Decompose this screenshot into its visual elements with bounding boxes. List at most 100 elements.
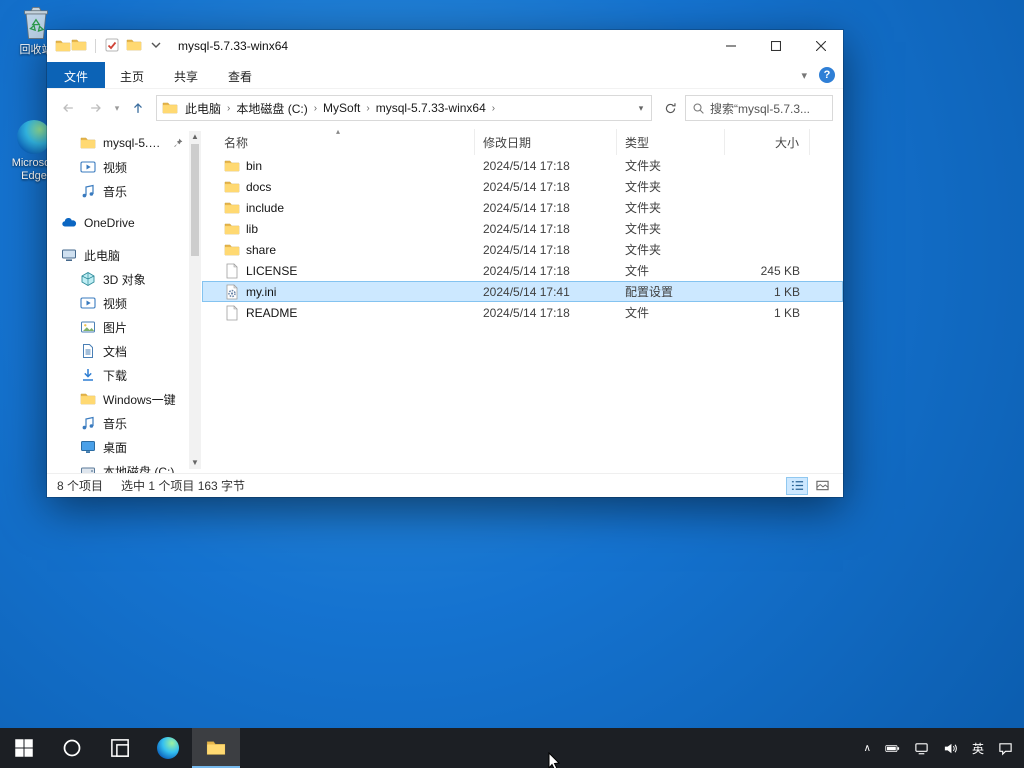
- close-icon: [816, 41, 826, 51]
- recent-locations-icon[interactable]: ▾: [111, 103, 123, 114]
- column-header-name[interactable]: 名称▴: [202, 129, 475, 155]
- sidebar-item-音乐[interactable]: 音乐: [47, 411, 202, 435]
- ribbon-tab-查看[interactable]: 查看: [213, 62, 267, 88]
- sidebar-item-此电脑[interactable]: 此电脑: [47, 243, 202, 267]
- file-row-README[interactable]: README2024/5/14 17:18文件1 KB: [202, 302, 843, 323]
- address-folder-icon: [162, 100, 178, 116]
- sidebar-item-图片[interactable]: 图片: [47, 315, 202, 339]
- address-dropdown-icon[interactable]: ▾: [631, 103, 651, 114]
- sidebar-item-文档[interactable]: 文档: [47, 339, 202, 363]
- file-row-share[interactable]: share2024/5/14 17:18文件夹: [202, 239, 843, 260]
- qat-button-1[interactable]: [104, 37, 120, 56]
- sidebar-item-label: 此电脑: [84, 247, 120, 264]
- sidebar-item-3D 对象[interactable]: 3D 对象: [47, 267, 202, 291]
- notification-button[interactable]: [991, 728, 1020, 768]
- sidebar-item-label: 视频: [103, 159, 127, 176]
- music-icon: [80, 415, 96, 431]
- minimize-button[interactable]: [708, 30, 753, 62]
- details-view-button[interactable]: [786, 477, 808, 495]
- column-header-type[interactable]: 类型: [617, 129, 725, 155]
- file-row-my.ini[interactable]: my.ini2024/5/14 17:41配置设置1 KB: [202, 281, 843, 302]
- taskbar-explorer-button[interactable]: [192, 728, 240, 768]
- column-header-date[interactable]: 修改日期: [475, 129, 617, 155]
- file-row-include[interactable]: include2024/5/14 17:18文件夹: [202, 197, 843, 218]
- breadcrumb-item[interactable]: 此电脑: [180, 100, 226, 117]
- file-row-LICENSE[interactable]: LICENSE2024/5/14 17:18文件245 KB: [202, 260, 843, 281]
- refresh-button[interactable]: [657, 95, 683, 121]
- sidebar-item-本地磁盘 (C:)[interactable]: 本地磁盘 (C:): [47, 459, 202, 473]
- sidebar-list: mysql-5.7.33视频音乐OneDrive此电脑3D 对象视频图片文档下载…: [47, 131, 202, 473]
- file-name: lib: [246, 222, 258, 236]
- search-box[interactable]: 搜索“mysql-5.7.3...: [685, 95, 833, 121]
- sidebar-item-mysql-5.7.33[interactable]: mysql-5.7.33: [47, 131, 202, 155]
- scroll-down-icon[interactable]: ▼: [189, 457, 201, 469]
- file-size: 245 KB: [725, 264, 810, 278]
- ime-language-button[interactable]: 英: [965, 728, 991, 768]
- scroll-up-icon[interactable]: ▲: [189, 131, 201, 143]
- qat-button-0[interactable]: [71, 37, 87, 56]
- scrollbar-thumb[interactable]: [191, 144, 199, 256]
- navigation-bar: ▾ 此电脑›本地磁盘 (C:)›MySoft›mysql-5.7.33-winx…: [47, 89, 843, 127]
- taskbar-search-button[interactable]: [48, 728, 96, 768]
- qat-button-2[interactable]: [126, 37, 142, 56]
- forward-button[interactable]: [83, 95, 109, 121]
- ribbon-tab-共享[interactable]: 共享: [159, 62, 213, 88]
- taskbar-task-view-button[interactable]: [96, 728, 144, 768]
- file-row-bin[interactable]: bin2024/5/14 17:18文件夹: [202, 155, 843, 176]
- file-row-lib[interactable]: lib2024/5/14 17:18文件夹: [202, 218, 843, 239]
- window-title: mysql-5.7.33-winx64: [178, 39, 288, 53]
- sidebar-item-label: 音乐: [103, 415, 127, 432]
- sidebar-item-OneDrive[interactable]: OneDrive: [47, 211, 202, 235]
- cube-icon: [80, 271, 96, 287]
- network-button[interactable]: [907, 728, 936, 768]
- folder-icon: [80, 391, 96, 407]
- address-bar[interactable]: 此电脑›本地磁盘 (C:)›MySoft›mysql-5.7.33-winx64…: [156, 95, 652, 121]
- help-button[interactable]: ?: [819, 67, 835, 83]
- battery-button[interactable]: [878, 728, 907, 768]
- sidebar-item-音乐[interactable]: 音乐: [47, 179, 202, 203]
- volume-button[interactable]: [936, 728, 965, 768]
- file-row-docs[interactable]: docs2024/5/14 17:18文件夹: [202, 176, 843, 197]
- sidebar-item-label: 文档: [103, 343, 127, 360]
- maximize-button[interactable]: [753, 30, 798, 62]
- file-name: README: [246, 306, 297, 320]
- hidden-icons-button[interactable]: ∧: [857, 728, 878, 768]
- expand-ribbon-icon[interactable]: ▾: [801, 69, 807, 82]
- taskbar-items: [0, 728, 240, 768]
- breadcrumb-item[interactable]: MySoft: [318, 101, 365, 115]
- window-content: mysql-5.7.33视频音乐OneDrive此电脑3D 对象视频图片文档下载…: [47, 127, 843, 473]
- column-header-size[interactable]: 大小: [725, 129, 810, 155]
- file-type: 文件夹: [617, 199, 725, 216]
- sidebar-item-下载[interactable]: 下载: [47, 363, 202, 387]
- taskbar: ∧ 英: [0, 728, 1024, 768]
- thumbnails-view-button[interactable]: [811, 477, 833, 495]
- sidebar-item-Windows一键[interactable]: Windows一键: [47, 387, 202, 411]
- pin-icon: [172, 137, 184, 149]
- sidebar-item-label: 音乐: [103, 183, 127, 200]
- sidebar-item-视频[interactable]: 视频: [47, 155, 202, 179]
- title-bar[interactable]: mysql-5.7.33-winx64: [47, 30, 843, 62]
- music-icon: [80, 183, 96, 199]
- sidebar-item-桌面[interactable]: 桌面: [47, 435, 202, 459]
- back-button[interactable]: [55, 95, 81, 121]
- taskbar-start-button[interactable]: [0, 728, 48, 768]
- file-name-cell: LICENSE: [202, 263, 475, 279]
- file-list-pane: 名称▴修改日期类型大小 bin2024/5/14 17:18文件夹docs202…: [202, 127, 843, 473]
- up-button[interactable]: [125, 95, 151, 121]
- close-button[interactable]: [798, 30, 843, 62]
- sidebar-scrollbar[interactable]: ▲ ▼: [189, 131, 201, 469]
- ribbon-tab-主页[interactable]: 主页: [105, 62, 159, 88]
- ribbon-tab-文件[interactable]: 文件: [47, 62, 105, 88]
- breadcrumb-item[interactable]: 本地磁盘 (C:): [231, 100, 312, 117]
- view-toggles: [786, 477, 833, 495]
- file-type: 文件夹: [617, 241, 725, 258]
- breadcrumb-item[interactable]: mysql-5.7.33-winx64: [371, 101, 491, 115]
- folder-icon: [224, 179, 240, 195]
- file-size: 1 KB: [725, 306, 810, 320]
- sidebar-item-视频[interactable]: 视频: [47, 291, 202, 315]
- battery-icon: [885, 741, 900, 756]
- breadcrumb-separator-icon[interactable]: ›: [491, 103, 496, 114]
- file-type: 配置设置: [617, 283, 725, 300]
- taskbar-edge-button[interactable]: [144, 728, 192, 768]
- qat-button-3[interactable]: [148, 37, 164, 56]
